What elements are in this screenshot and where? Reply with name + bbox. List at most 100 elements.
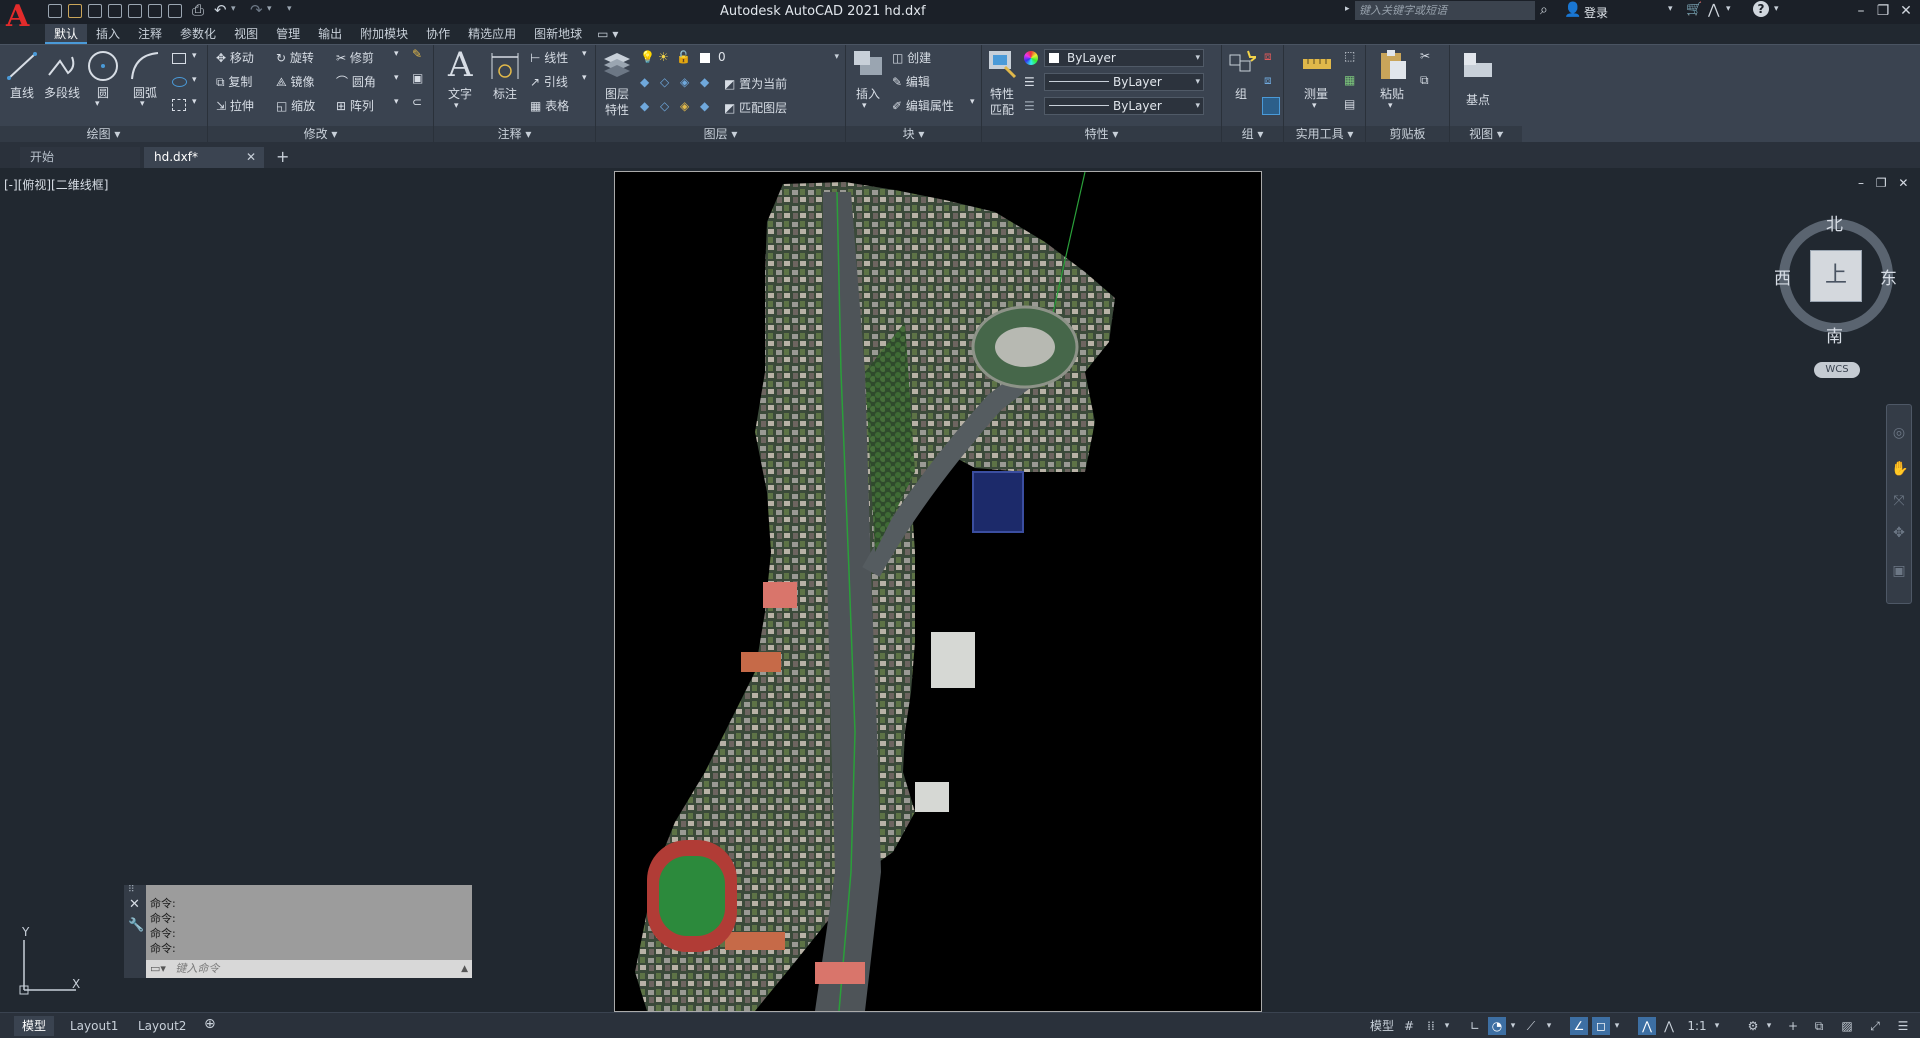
- layer-off-icon[interactable]: ◆: [640, 75, 649, 89]
- layer-thaw-all-icon[interactable]: ◈: [680, 99, 689, 113]
- save-web-icon[interactable]: [148, 4, 162, 18]
- layer-on-icon[interactable]: 💡: [640, 50, 655, 64]
- pan-icon[interactable]: ✋: [1891, 461, 1908, 477]
- undo-icon[interactable]: ↶: [214, 1, 227, 19]
- print-icon[interactable]: ⎙: [192, 1, 204, 19]
- ellipse-dropdown-icon[interactable]: ▾: [192, 75, 197, 85]
- linetype-dropdown[interactable]: ByLayer ▾: [1044, 73, 1204, 91]
- insert-dropdown-icon[interactable]: ▾: [862, 101, 867, 111]
- layers-panel-title[interactable]: 图层 ▾: [596, 126, 845, 143]
- match-properties-label-1[interactable]: 特性: [984, 85, 1020, 102]
- leader-tool[interactable]: ↗ 引线: [530, 73, 568, 90]
- open-file-icon[interactable]: [68, 4, 82, 18]
- layer-thaw-icon[interactable]: ☀: [658, 50, 669, 64]
- erase-icon[interactable]: ✎: [412, 47, 422, 61]
- leader-dropdown-icon[interactable]: ▾: [582, 73, 587, 83]
- match-properties-icon[interactable]: [987, 49, 1017, 79]
- autodesk-a360-icon[interactable]: ⋀: [1708, 2, 1719, 18]
- search-input[interactable]: 键入关键字或短语: [1355, 1, 1535, 20]
- trim-tool[interactable]: ✂ 修剪: [336, 49, 374, 66]
- dimension-icon[interactable]: [488, 49, 522, 83]
- insert-block-icon[interactable]: [852, 49, 884, 79]
- tab-default[interactable]: 默认: [45, 24, 88, 44]
- text-label[interactable]: 文字: [442, 85, 478, 102]
- edit-attributes-dropdown-icon[interactable]: ▾: [970, 97, 975, 107]
- customization-menu-icon[interactable]: ☰: [1894, 1017, 1912, 1035]
- paste-dropdown-icon[interactable]: ▾: [1388, 101, 1393, 111]
- viewcube-top-face[interactable]: 上: [1810, 250, 1862, 302]
- fillet-dropdown-icon[interactable]: ▾: [394, 73, 399, 83]
- customize-quick-access-icon[interactable]: ▾: [287, 4, 292, 14]
- dimension-label[interactable]: 标注: [488, 85, 522, 102]
- annotation-visibility-icon[interactable]: ⋀: [1638, 1017, 1656, 1035]
- edit-attributes-tool[interactable]: ✐ 编辑属性: [892, 97, 954, 114]
- calculator-icon[interactable]: ▤: [1344, 97, 1355, 111]
- rectangle-icon[interactable]: [172, 53, 186, 64]
- plot-icon[interactable]: [168, 4, 182, 18]
- annotation-scale[interactable]: 1:1: [1682, 1017, 1712, 1035]
- add-layout-icon[interactable]: ⊕: [204, 1016, 216, 1032]
- workspace-gear-icon[interactable]: ⚙: [1744, 1017, 1762, 1035]
- insert-label[interactable]: 插入: [850, 85, 886, 102]
- help-dropdown-icon[interactable]: ▾: [1774, 4, 1779, 14]
- auto-scale-icon[interactable]: ⋀: [1660, 1017, 1678, 1035]
- wcs-menu[interactable]: WCS: [1814, 362, 1860, 378]
- minimize-window-icon[interactable]: –: [1852, 3, 1870, 19]
- search-icon[interactable]: ⌕: [1540, 2, 1548, 18]
- move-tool[interactable]: ✥ 移动: [216, 49, 254, 66]
- sign-in-link[interactable]: 登录: [1584, 4, 1608, 21]
- layout-tab-model[interactable]: 模型: [14, 1016, 55, 1036]
- units-icon[interactable]: ⧉: [1810, 1017, 1828, 1035]
- sign-in-dropdown-icon[interactable]: ▾: [1668, 4, 1673, 14]
- ellipse-icon[interactable]: [172, 77, 187, 87]
- circle-icon[interactable]: [86, 49, 120, 83]
- rotate-tool[interactable]: ↻ 旋转: [276, 49, 314, 66]
- circle-label[interactable]: 圆: [86, 84, 120, 101]
- group-select-icon[interactable]: [1262, 97, 1280, 115]
- block-panel-title[interactable]: 块 ▾: [846, 126, 981, 143]
- redo-icon[interactable]: ↷: [250, 1, 263, 19]
- viewcube-west[interactable]: 西: [1774, 264, 1791, 289]
- viewcube-east[interactable]: 东: [1880, 264, 1897, 289]
- tab-manage[interactable]: 管理: [267, 24, 309, 44]
- customize-command-icon[interactable]: 🔧: [128, 918, 144, 933]
- scale-tool[interactable]: ◱ 缩放: [276, 97, 315, 114]
- ribbon-display-toggle-icon[interactable]: ▭ ▾: [591, 24, 624, 44]
- paste-label[interactable]: 粘贴: [1374, 85, 1410, 102]
- array-tool[interactable]: ⊞ 阵列: [336, 97, 374, 114]
- layer-walk-icon[interactable]: ◆: [640, 99, 649, 113]
- polyline-icon[interactable]: [46, 51, 78, 81]
- restore-window-icon[interactable]: ❐: [1874, 3, 1892, 19]
- orbit-icon[interactable]: ✥: [1891, 525, 1907, 541]
- copy-clip-icon[interactable]: ⧉: [1420, 73, 1429, 88]
- search-expand-icon[interactable]: ▸: [1345, 4, 1350, 14]
- offset-icon[interactable]: ⊂: [412, 95, 422, 109]
- layer-properties-icon[interactable]: [602, 49, 632, 77]
- isodraft-dropdown-icon[interactable]: ▾: [1544, 1017, 1554, 1035]
- properties-panel-title[interactable]: 特性 ▾: [982, 126, 1221, 143]
- isolate-objects-icon[interactable]: ▨: [1838, 1017, 1856, 1035]
- text-dropdown-icon[interactable]: ▾: [454, 101, 459, 111]
- close-window-icon[interactable]: ✕: [1897, 3, 1915, 19]
- layer-properties-label-1[interactable]: 图层: [600, 85, 634, 102]
- viewcube-south[interactable]: 南: [1826, 322, 1843, 347]
- ortho-icon[interactable]: ∟: [1466, 1017, 1484, 1035]
- tab-annotate[interactable]: 注释: [129, 24, 171, 44]
- zoom-extents-icon[interactable]: ⤧: [1891, 493, 1907, 509]
- cut-icon[interactable]: ✂: [1420, 49, 1430, 63]
- rectangle-dropdown-icon[interactable]: ▾: [192, 51, 197, 61]
- stretch-tool[interactable]: ⇲ 拉伸: [216, 97, 254, 114]
- fullscreen-icon[interactable]: ⤢: [1866, 1017, 1884, 1035]
- layer-lock-icon[interactable]: ◆: [700, 75, 709, 89]
- quick-select-icon[interactable]: ⬚: [1344, 49, 1355, 63]
- new-file-icon[interactable]: [48, 4, 62, 18]
- arc-dropdown-icon[interactable]: ▾: [140, 99, 145, 109]
- layer-isolate-icon[interactable]: ◇: [660, 75, 669, 89]
- table-tool[interactable]: ▦ 表格: [530, 97, 569, 114]
- ungroup-icon[interactable]: ⧈: [1264, 49, 1272, 64]
- annotation-monitor-icon[interactable]: +: [1784, 1017, 1802, 1035]
- save-icon[interactable]: [88, 4, 102, 18]
- tab-view[interactable]: 视图: [225, 24, 267, 44]
- layer-properties-label-2[interactable]: 特性: [600, 101, 634, 118]
- base-view-label[interactable]: 基点: [1460, 91, 1496, 108]
